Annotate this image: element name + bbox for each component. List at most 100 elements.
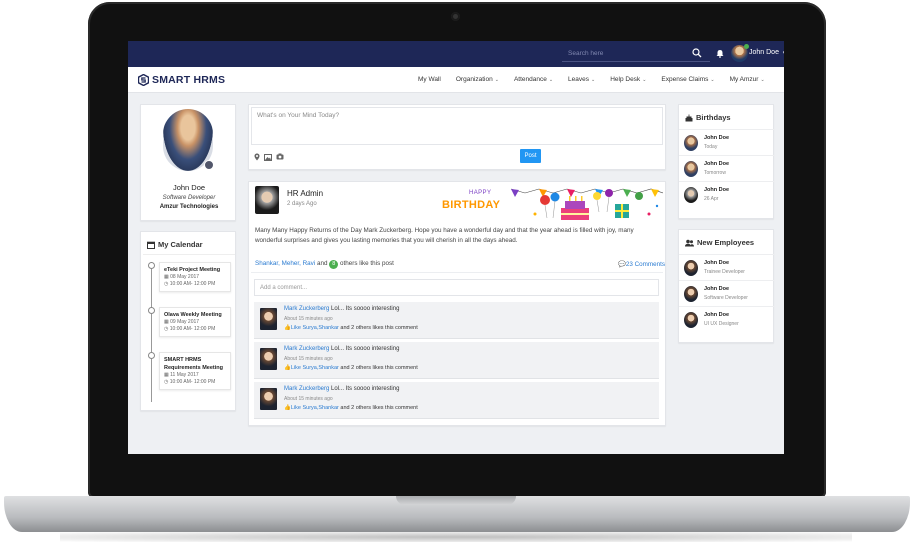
main-navbar: SMART HRMS My Wall Organization ⌄ Attenda… — [128, 67, 784, 93]
app-screen: Search here John Doe ▾ — [128, 41, 784, 454]
post-textarea[interactable]: What's on Your Mind Today? — [251, 107, 663, 145]
post-likes: Shankar, Meher, Ravi and 8 others like t… — [255, 260, 394, 269]
timeline-dot — [148, 352, 155, 359]
logo-text: SMART HRMS — [152, 74, 226, 86]
nav-item-leaves[interactable]: Leaves ⌄ — [568, 76, 595, 83]
comment-text: Lol... Its soooo interesting — [331, 386, 400, 392]
thumbs-up-icon[interactable]: 👍 — [284, 405, 291, 411]
birthdays-header: Birthdays — [685, 113, 731, 122]
search-icon[interactable] — [692, 48, 702, 58]
image-icon[interactable] — [264, 154, 272, 161]
calendar-event[interactable]: eTeki Project Meeting ▦ 08 May 2017 ◷ 10… — [159, 262, 231, 292]
comment-likers[interactable]: Surya,Shankar — [302, 325, 338, 331]
laptop-shadow — [60, 532, 852, 542]
comment-author[interactable]: Mark Zuckerberg — [284, 306, 329, 312]
camera-icon[interactable] — [204, 160, 214, 170]
user-menu[interactable]: John Doe ▾ — [749, 49, 784, 56]
banner-happy-text: HAPPY — [469, 190, 492, 196]
like-link[interactable]: Like — [291, 325, 301, 331]
chevron-down-icon: ⌄ — [642, 77, 647, 83]
comments-count-link[interactable]: 💬23 Comments — [618, 260, 665, 268]
post-author-avatar[interactable] — [255, 186, 279, 214]
new-employees-card: New Employees John Doe Trainee Developer… — [678, 229, 775, 343]
comment-time: About 15 minutes ago — [284, 396, 333, 402]
post-body: Many Many Happy Returns of the Day Mark … — [255, 227, 634, 244]
employee-avatar — [684, 312, 698, 328]
comment-item: Mark Zuckerberg Lol... Its soooo interes… — [254, 382, 659, 419]
nav-item-expense-claims[interactable]: Expense Claims ⌄ — [661, 76, 714, 83]
employee-avatar — [684, 161, 698, 177]
likes-count-badge[interactable]: 8 — [329, 260, 339, 269]
calendar-header: My Calendar — [147, 240, 203, 249]
divider — [143, 254, 235, 255]
thumbs-up-icon[interactable]: 👍 — [284, 365, 291, 371]
chevron-down-icon: ▾ — [783, 50, 784, 56]
comment-item: Mark Zuckerberg Lol... Its soooo interes… — [254, 342, 659, 379]
wall-post: HR Admin 2 days Ago HAPPY BIRTHDAY Many … — [248, 181, 666, 426]
new-employee-item[interactable]: John Doe UI UX Designer — [679, 306, 775, 332]
like-link[interactable]: Like — [291, 365, 301, 371]
nav-item-my-amzur[interactable]: My Amzur ⌄ — [730, 76, 765, 83]
comment-input[interactable]: Add a comment... — [254, 279, 659, 296]
birthdays-card: Birthdays John Doe Today John Doe Tomorr… — [678, 104, 775, 219]
logo-hexagon-icon — [138, 74, 149, 86]
calendar-event[interactable]: Olava Weekly Meeting ▦ 09 May 2017 ◷ 10:… — [159, 307, 231, 337]
laptop-notch — [396, 496, 516, 505]
employee-avatar — [684, 286, 698, 302]
user-name: John Doe — [749, 49, 779, 56]
new-employee-item[interactable]: John Doe Software Developer — [679, 280, 775, 306]
webcam — [451, 12, 460, 21]
camera-icon[interactable] — [276, 153, 284, 160]
birthday-item[interactable]: John Doe Tomorrow — [679, 155, 775, 181]
nav-item-organization[interactable]: Organization ⌄ — [456, 76, 499, 83]
chevron-down-icon: ⌄ — [548, 77, 554, 83]
comment-time: About 15 minutes ago — [284, 316, 333, 322]
profile-name: John Doe — [172, 183, 206, 192]
employee-avatar — [684, 187, 698, 203]
search-input[interactable]: Search here — [562, 46, 710, 62]
nav-item-attendance[interactable]: Attendance ⌄ — [514, 76, 553, 83]
nav-item-my-wall[interactable]: My Wall — [418, 76, 441, 83]
post-button[interactable]: Post — [520, 149, 541, 163]
cake-icon — [685, 114, 693, 121]
birthday-item[interactable]: John Doe 26 Apr — [679, 181, 775, 207]
birthday-item[interactable]: John Doe Today — [679, 129, 775, 155]
profile-company: Amzur Technologies — [159, 204, 219, 210]
calendar-card: My Calendar eTeki Project Meeting ▦ 08 M… — [140, 231, 236, 411]
chevron-down-icon: ⌄ — [710, 77, 715, 83]
comment-avatar[interactable] — [260, 348, 277, 370]
comment-avatar[interactable] — [260, 308, 277, 330]
app-logo[interactable]: SMART HRMS — [138, 73, 225, 87]
comment-avatar[interactable] — [260, 388, 277, 410]
location-icon[interactable] — [254, 153, 260, 161]
nav-menu: My Wall Organization ⌄ Attendance ⌄ Leaves… — [418, 76, 780, 83]
users-icon — [685, 239, 694, 246]
comment-author[interactable]: Mark Zuckerberg — [284, 346, 329, 352]
new-employees-header: New Employees — [685, 238, 754, 247]
new-employee-item[interactable]: John Doe Trainee Developer — [679, 254, 775, 280]
chevron-down-icon: ⌄ — [591, 77, 596, 83]
timeline-line — [151, 262, 152, 402]
nav-item-help-desk[interactable]: Help Desk ⌄ — [610, 76, 646, 83]
comment-likers[interactable]: Surya,Shankar — [302, 405, 338, 411]
comment-author[interactable]: Mark Zuckerberg — [284, 386, 329, 392]
thumbs-up-icon[interactable]: 👍 — [284, 325, 291, 331]
timeline-dot — [148, 307, 155, 314]
chevron-down-icon: ⌄ — [760, 77, 765, 83]
calendar-event[interactable]: SMART HRMS Requirements Meeting ▦ 11 May… — [159, 352, 231, 390]
post-author[interactable]: HR Admin — [287, 189, 323, 198]
chevron-down-icon: ⌄ — [494, 77, 499, 83]
like-link[interactable]: Like — [291, 405, 301, 411]
bell-icon[interactable] — [716, 49, 724, 58]
comment-likers[interactable]: Surya,Shankar — [302, 365, 338, 371]
banner-birthday-text: BIRTHDAY — [442, 199, 501, 211]
post-likers-link[interactable]: Shankar, Meher, Ravi — [255, 260, 315, 267]
employee-avatar — [684, 135, 698, 151]
timeline-dot — [148, 262, 155, 269]
post-composer: What's on Your Mind Today? — [248, 104, 666, 170]
post-time: 2 days Ago — [287, 201, 317, 207]
top-bar: Search here John Doe ▾ — [128, 41, 784, 67]
profile-job-title: Software Developer — [162, 195, 216, 201]
profile-card: John Doe Software Developer Amzur Techno… — [140, 104, 236, 221]
comment-text: Lol... Its soooo interesting — [331, 306, 400, 312]
